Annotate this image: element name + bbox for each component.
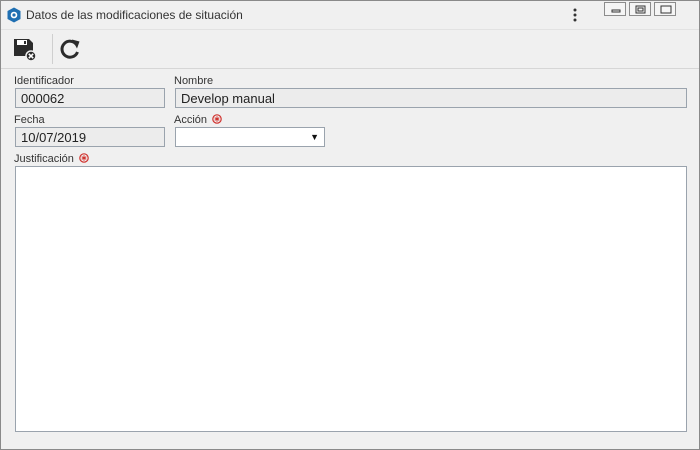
required-icon [79,153,89,163]
justificacion-label-group: Justificación [14,153,89,165]
refresh-icon[interactable] [55,34,85,64]
fecha-label: Fecha [14,114,45,126]
justificacion-label: Justificación [14,153,74,165]
toolbar-separator [52,34,53,64]
save-and-close-icon[interactable] [9,34,39,64]
restore-icon [635,5,646,14]
nombre-label: Nombre [174,75,214,87]
minimize-icon [611,9,621,13]
window-title: Datos de las modificaciones de situación [26,8,243,22]
minimize-button[interactable] [604,2,626,16]
title-bar: Datos de las modificaciones de situación [1,1,699,30]
nombre-field[interactable]: Develop manual [175,88,687,108]
accion-label-group: Acción [174,114,222,126]
identificador-field[interactable]: 000062 [15,88,165,108]
toolbar [1,30,699,69]
dialog-window: Datos de las modificaciones de situación [0,0,700,450]
app-logo-icon [7,7,21,23]
close-icon [660,5,672,14]
required-icon [212,114,222,124]
accion-select[interactable]: ▼ [175,127,325,147]
close-button[interactable] [654,2,676,16]
fecha-field[interactable]: 10/07/2019 [15,127,165,147]
identificador-label: Identificador [14,75,74,87]
kebab-menu-icon[interactable] [569,7,581,23]
dropdown-arrow-icon: ▼ [310,132,319,142]
justificacion-textarea[interactable] [15,166,687,432]
restore-button[interactable] [629,2,651,16]
accion-label: Acción [174,114,208,126]
